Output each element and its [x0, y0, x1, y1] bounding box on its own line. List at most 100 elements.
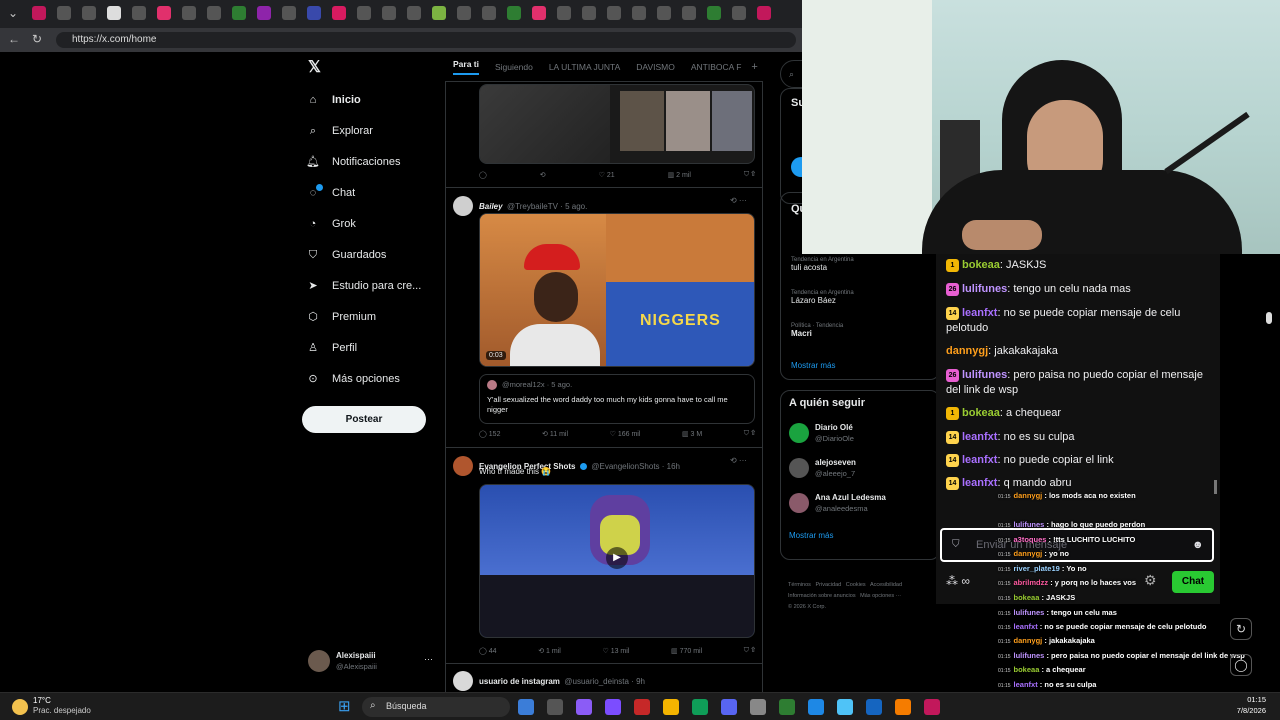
browser-tab[interactable]	[732, 6, 746, 20]
taskbar-app-icon[interactable]	[547, 699, 563, 715]
weather-icon[interactable]	[12, 699, 28, 715]
retweet-button[interactable]: ⟲ 1 mil	[538, 647, 561, 659]
browser-tab[interactable]	[207, 6, 221, 20]
retweet-icon[interactable]: ⟲	[540, 171, 546, 183]
tab-menu-chevron-icon[interactable]: ⌄	[8, 6, 18, 20]
chat-username[interactable]: bokeaa	[962, 259, 1000, 271]
browser-tab[interactable]	[257, 6, 271, 20]
browser-tab[interactable]	[182, 6, 196, 20]
browser-tab[interactable]	[532, 6, 546, 20]
play-icon[interactable]: ▶	[606, 547, 628, 569]
follow-avatar[interactable]	[789, 493, 809, 513]
share-icons[interactable]: ⛉ ⇧	[744, 647, 755, 659]
browser-tab[interactable]	[632, 6, 646, 20]
tweet-video[interactable]: NIGGERS 0:03	[479, 213, 755, 367]
chat-username[interactable]: leanfxt	[962, 477, 997, 489]
chat-message[interactable]: 26 lulifunes: tengo un celu nada mas	[946, 282, 1214, 297]
account-avatar[interactable]	[308, 650, 330, 672]
nav-item-premium[interactable]: ⬡ Premium	[306, 305, 376, 329]
taskbar-app-icon[interactable]	[779, 699, 795, 715]
trend-item[interactable]: Política · Tendencia Macri	[791, 323, 843, 338]
clock-date[interactable]: 7/8/2026	[1216, 706, 1266, 715]
footer-link[interactable]: Términos	[788, 582, 811, 588]
tweet-avatar[interactable]	[453, 456, 473, 476]
browser-tab[interactable]	[757, 6, 771, 20]
browser-tab[interactable]	[457, 6, 471, 20]
account-name[interactable]: Alexispaiii	[336, 651, 376, 660]
chat-message[interactable]: 14 leanfxt: no es su culpa	[946, 430, 1214, 445]
settings-gear-icon[interactable]: ⚙	[1144, 572, 1157, 589]
show-more-link[interactable]: Mostrar más	[791, 361, 835, 370]
tab-list-3[interactable]: ANTIBOCA F	[691, 62, 742, 72]
tab-following[interactable]: Siguiendo	[495, 62, 533, 72]
browser-tab[interactable]	[482, 6, 496, 20]
footer-link[interactable]: Información sobre anuncios	[788, 593, 856, 599]
views-button[interactable]: ▥ 2 mil	[668, 171, 691, 183]
footer-link[interactable]: Cookies	[846, 582, 866, 588]
tab-list-1[interactable]: LA ULTIMA JUNTA	[549, 62, 620, 72]
taskbar-app-icon[interactable]	[895, 699, 911, 715]
reply-icon[interactable]: ◯	[479, 171, 487, 183]
browser-tab[interactable]	[507, 6, 521, 20]
footer-link[interactable]: Más opciones ···	[860, 593, 901, 599]
tweet-more-icon[interactable]: ⟲ ···	[730, 456, 747, 465]
taskbar-app-icon[interactable]	[663, 699, 679, 715]
share-icons[interactable]: ⛉ ⇧	[744, 171, 755, 183]
chat-username[interactable]: bokeaa	[962, 407, 1000, 419]
nav-item-home[interactable]: ⌂ Inicio	[306, 88, 361, 112]
taskbar-app-icon[interactable]	[721, 699, 737, 715]
taskbar-app-icon[interactable]	[808, 699, 824, 715]
taskbar-app-icon[interactable]	[634, 699, 650, 715]
chat-input[interactable]: ⛉ Enviar un mensaje ☻	[940, 528, 1214, 562]
emote-picker-icon[interactable]: ☻	[1192, 539, 1204, 551]
tweet-avatar[interactable]	[453, 196, 473, 216]
browser-tab[interactable]	[582, 6, 596, 20]
chat-send-button[interactable]: Chat	[1172, 571, 1214, 593]
refresh-overlay-icon[interactable]: ↻	[1230, 618, 1252, 640]
browser-tab[interactable]	[107, 6, 121, 20]
chat-scrollbar[interactable]	[1214, 480, 1217, 494]
like-button[interactable]: ♡ 21	[599, 171, 615, 183]
follow-name[interactable]: Ana Azul Ledesma	[815, 493, 886, 502]
reply-button[interactable]: ◯ 152	[479, 430, 500, 442]
chat-message[interactable]: 14 leanfxt: no puede copiar el link	[946, 453, 1214, 468]
chat-message[interactable]: 14 leanfxt: no se puede copiar mensaje de…	[946, 306, 1214, 336]
chat-username[interactable]: leanfxt	[962, 431, 997, 443]
browser-tab[interactable]	[332, 6, 346, 20]
tweet-more-icon[interactable]: ⟲ ···	[730, 196, 747, 205]
browser-tab[interactable]	[607, 6, 621, 20]
follow-avatar[interactable]	[789, 458, 809, 478]
chat-username[interactable]: lulifunes	[962, 283, 1007, 295]
taskbar-search[interactable]: ⌕ Búsqueda	[362, 697, 510, 717]
tweet-handle[interactable]: @TreybaileTV · 5 ago.	[507, 202, 587, 211]
follow-name[interactable]: alejoseven	[815, 458, 856, 467]
reload-icon[interactable]: ↻	[32, 32, 42, 46]
browser-tab[interactable]	[57, 6, 71, 20]
back-arrow-icon[interactable]: ←	[8, 32, 20, 46]
browser-tab[interactable]	[282, 6, 296, 20]
browser-tab[interactable]	[307, 6, 321, 20]
chat-message[interactable]: 26 lulifunes: pero paisa no puedo copiar …	[946, 368, 1214, 398]
taskbar-app-icon[interactable]	[750, 699, 766, 715]
nav-item-explore[interactable]: ⌕ Explorar	[306, 119, 373, 143]
chat-overlay-icon[interactable]: ◯	[1230, 654, 1252, 676]
views-button[interactable]: ▥ 770 mil	[671, 647, 702, 659]
browser-tab[interactable]	[657, 6, 671, 20]
chat-message[interactable]: 1 bokeaa: JASKJS	[946, 258, 1214, 273]
nav-item-more[interactable]: ⊙ Más opciones	[306, 367, 399, 391]
taskbar-app-icon[interactable]	[518, 699, 534, 715]
browser-tab[interactable]	[157, 6, 171, 20]
trend-item[interactable]: Tendencia en Argentina tuli acosta	[791, 257, 854, 272]
show-more-link[interactable]: Mostrar más	[789, 531, 833, 540]
windows-start-icon[interactable]: ⊞	[338, 699, 354, 715]
follow-name[interactable]: Diario Olé	[815, 423, 853, 432]
tweet-media-collage[interactable]	[479, 84, 755, 164]
taskbar-app-icon[interactable]	[866, 699, 882, 715]
browser-tab[interactable]	[707, 6, 721, 20]
add-tab-button[interactable]: +	[751, 61, 757, 73]
url-field[interactable]: https://x.com/home	[56, 32, 796, 48]
page-scrollbar[interactable]	[1266, 312, 1272, 324]
tab-list-2[interactable]: DAVISMO	[636, 62, 675, 72]
like-button[interactable]: ♡ 166 mil	[610, 430, 641, 442]
clock-time[interactable]: 01:15	[1216, 695, 1266, 704]
